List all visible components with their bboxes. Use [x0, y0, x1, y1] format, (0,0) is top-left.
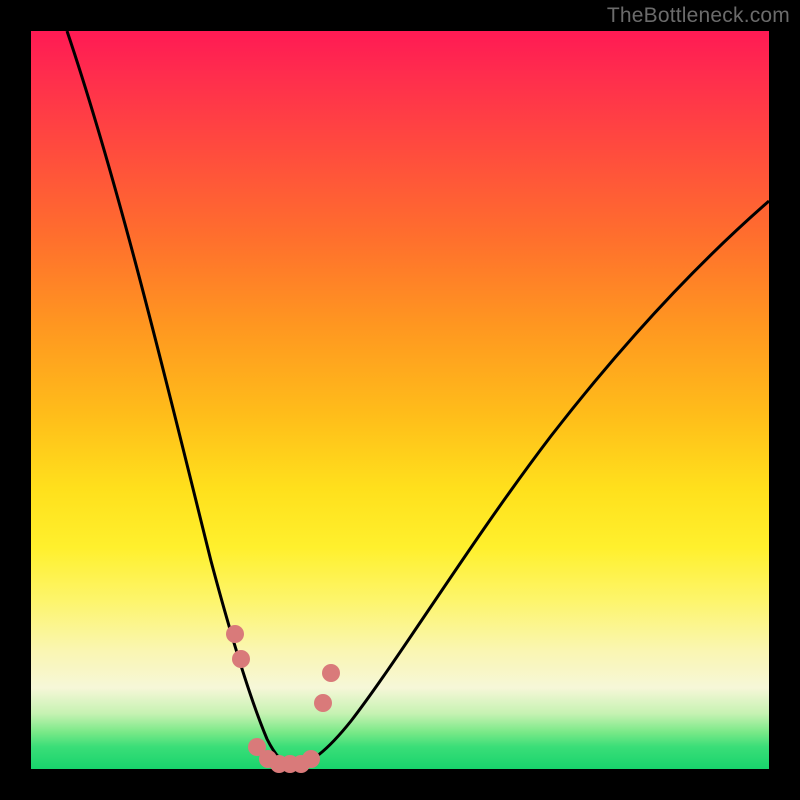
- chart-frame: TheBottleneck.com: [0, 0, 800, 800]
- left-curve: [67, 31, 293, 767]
- plot-area: [31, 31, 769, 769]
- watermark-text: TheBottleneck.com: [607, 4, 790, 28]
- right-curve: [293, 201, 769, 767]
- curve-layer: [31, 31, 769, 769]
